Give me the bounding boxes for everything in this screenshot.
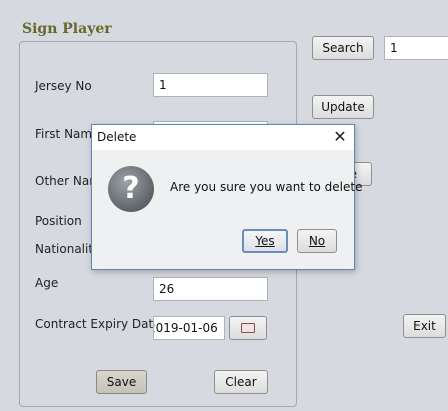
first-name-label: First Name [35, 127, 100, 141]
group-title: Sign Player [22, 21, 112, 37]
date-picker-button[interactable] [229, 316, 267, 340]
save-button[interactable]: Save [96, 370, 147, 394]
calendar-icon [241, 323, 255, 333]
contract-expiry-label: Contract Expiry Date [35, 317, 161, 331]
question-icon: ? [108, 166, 154, 212]
yes-button-label: Yes [255, 234, 275, 248]
dialog-message: Are you sure you want to delete [170, 180, 363, 194]
jersey-label: Jersey No [35, 79, 92, 93]
no-button[interactable]: No [297, 229, 337, 253]
search-input[interactable]: 1 [384, 36, 448, 60]
age-label: Age [35, 276, 59, 290]
contract-expiry-input[interactable]: 2019-01-06 [153, 316, 225, 340]
age-input[interactable]: 26 [153, 277, 268, 301]
yes-button[interactable]: Yes [242, 229, 288, 253]
delete-dialog: Delete ✕ ? Are you sure you want to dele… [91, 124, 363, 270]
search-button[interactable]: Search [312, 36, 374, 60]
close-icon[interactable]: ✕ [330, 127, 350, 147]
dialog-title: Delete [97, 130, 137, 144]
jersey-input[interactable]: 1 [153, 73, 268, 97]
exit-button[interactable]: Exit [403, 314, 446, 338]
position-label: Position [35, 214, 82, 228]
no-button-label: No [308, 234, 326, 248]
clear-button[interactable]: Clear [214, 370, 268, 394]
update-button[interactable]: Update [312, 95, 374, 119]
